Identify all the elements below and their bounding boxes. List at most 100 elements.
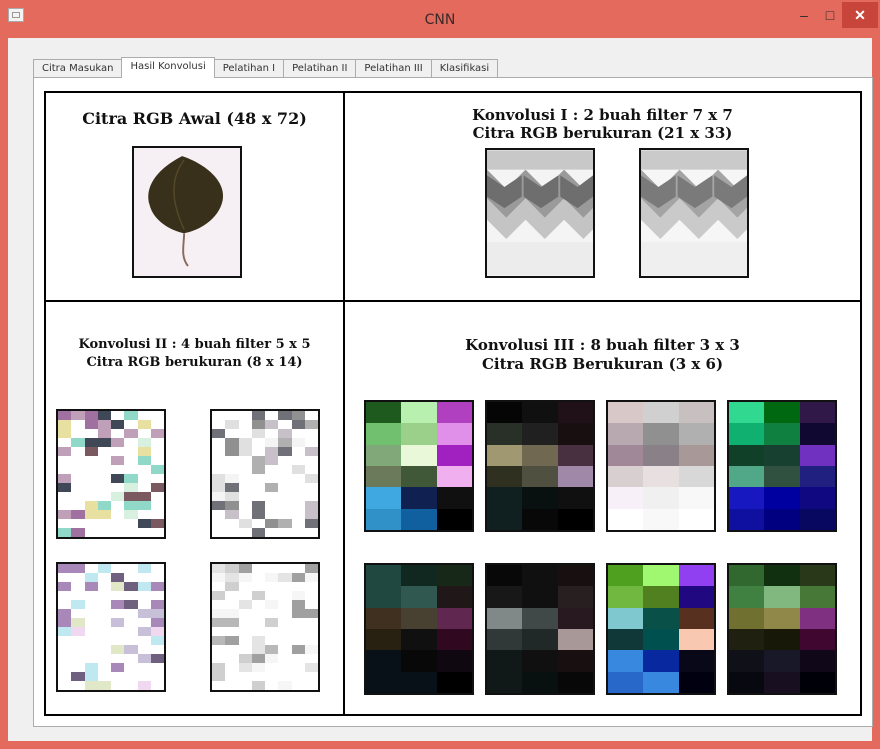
- feature-pixel: [304, 573, 318, 582]
- tab-klasifikasi[interactable]: Klasifikasi: [430, 59, 499, 77]
- feature-pixel: [608, 650, 644, 672]
- feature-pixel: [304, 501, 318, 510]
- feature-pixel: [304, 654, 318, 663]
- feature-pixel: [729, 629, 765, 651]
- feature-pixel: [278, 654, 292, 663]
- feature-pixel: [401, 466, 437, 488]
- feature-pixel: [436, 508, 472, 530]
- feature-pixel: [304, 447, 318, 456]
- feature-pixel: [137, 600, 151, 609]
- feature-pixel: [366, 629, 402, 651]
- feature-pixel: [97, 411, 111, 420]
- feature-pixel: [58, 663, 72, 672]
- feature-pixel: [291, 528, 305, 537]
- feature-pixel: [97, 573, 111, 582]
- conv3-map-7-pixels: [608, 565, 714, 693]
- feature-pixel: [238, 474, 252, 483]
- feature-pixel: [225, 591, 239, 600]
- feature-pixel: [278, 456, 292, 465]
- feature-pixel: [487, 586, 523, 608]
- feature-pixel: [58, 609, 72, 618]
- feature-pixel: [58, 492, 72, 501]
- feature-pixel: [150, 609, 164, 618]
- feature-pixel: [225, 492, 239, 501]
- tab-pelatihan-3[interactable]: Pelatihan III: [355, 59, 432, 77]
- feature-pixel: [265, 465, 279, 474]
- feature-pixel: [238, 645, 252, 654]
- feature-pixel: [71, 474, 85, 483]
- feature-pixel: [212, 510, 226, 519]
- feature-pixel: [212, 447, 226, 456]
- feature-pixel: [150, 582, 164, 591]
- close-button[interactable]: ✕: [842, 2, 878, 28]
- feature-pixel: [238, 492, 252, 501]
- maximize-button[interactable]: □: [818, 2, 842, 28]
- feature-pixel: [265, 510, 279, 519]
- feature-pixel: [212, 645, 226, 654]
- feature-pixel: [251, 654, 265, 663]
- feature-pixel: [238, 573, 252, 582]
- feature-pixel: [278, 573, 292, 582]
- feature-pixel: [58, 645, 72, 654]
- feature-pixel: [643, 629, 679, 651]
- feature-pixel: [84, 447, 98, 456]
- feature-pixel: [487, 650, 523, 672]
- feature-pixel: [729, 444, 765, 466]
- feature-pixel: [522, 671, 558, 693]
- feature-pixel: [150, 627, 164, 636]
- feature-pixel: [212, 474, 226, 483]
- feature-pixel: [111, 672, 125, 681]
- conv3-map-4-pixels: [729, 402, 835, 530]
- feature-pixel: [124, 600, 138, 609]
- feature-pixel: [84, 474, 98, 483]
- feature-pixel: [265, 438, 279, 447]
- title-bar[interactable]: CNN – □ ✕: [0, 0, 880, 38]
- minimize-button[interactable]: –: [790, 2, 818, 28]
- feature-pixel: [764, 607, 800, 629]
- feature-pixel: [643, 565, 679, 587]
- tab-pelatihan-1[interactable]: Pelatihan I: [213, 59, 285, 77]
- feature-pixel: [225, 654, 239, 663]
- feature-pixel: [291, 447, 305, 456]
- feature-pixel: [150, 501, 164, 510]
- feature-pixel: [84, 501, 98, 510]
- feature-pixel: [238, 609, 252, 618]
- feature-pixel: [799, 487, 835, 509]
- feature-pixel: [729, 423, 765, 445]
- feature-pixel: [111, 519, 125, 528]
- feature-pixel: [137, 411, 151, 420]
- feature-pixel: [111, 681, 125, 690]
- feature-pixel: [278, 474, 292, 483]
- feature-pixel: [436, 402, 472, 424]
- feature-pixel: [278, 528, 292, 537]
- tab-pelatihan-2[interactable]: Pelatihan II: [283, 59, 357, 77]
- feature-pixel: [225, 429, 239, 438]
- feature-pixel: [278, 429, 292, 438]
- feature-pixel: [97, 627, 111, 636]
- tab-hasil-konvolusi[interactable]: Hasil Konvolusi: [121, 57, 215, 78]
- tab-citra-masukan[interactable]: Citra Masukan: [33, 59, 123, 77]
- feature-pixel: [111, 618, 125, 627]
- feature-pixel: [212, 573, 226, 582]
- feature-pixel: [678, 671, 714, 693]
- feature-pixel: [729, 586, 765, 608]
- feature-pixel: [71, 492, 85, 501]
- feature-pixel: [251, 456, 265, 465]
- feature-pixel: [487, 423, 523, 445]
- feature-pixel: [71, 483, 85, 492]
- feature-pixel: [678, 444, 714, 466]
- feature-pixel: [265, 645, 279, 654]
- feature-pixel: [522, 423, 558, 445]
- feature-pixel: [557, 444, 593, 466]
- feature-pixel: [729, 487, 765, 509]
- feature-pixel: [291, 492, 305, 501]
- feature-pixel: [238, 420, 252, 429]
- feature-pixel: [265, 672, 279, 681]
- feature-pixel: [58, 501, 72, 510]
- feature-pixel: [278, 600, 292, 609]
- feature-pixel: [608, 565, 644, 587]
- feature-pixel: [150, 474, 164, 483]
- feature-pixel: [111, 663, 125, 672]
- feature-pixel: [97, 420, 111, 429]
- feature-pixel: [487, 402, 523, 424]
